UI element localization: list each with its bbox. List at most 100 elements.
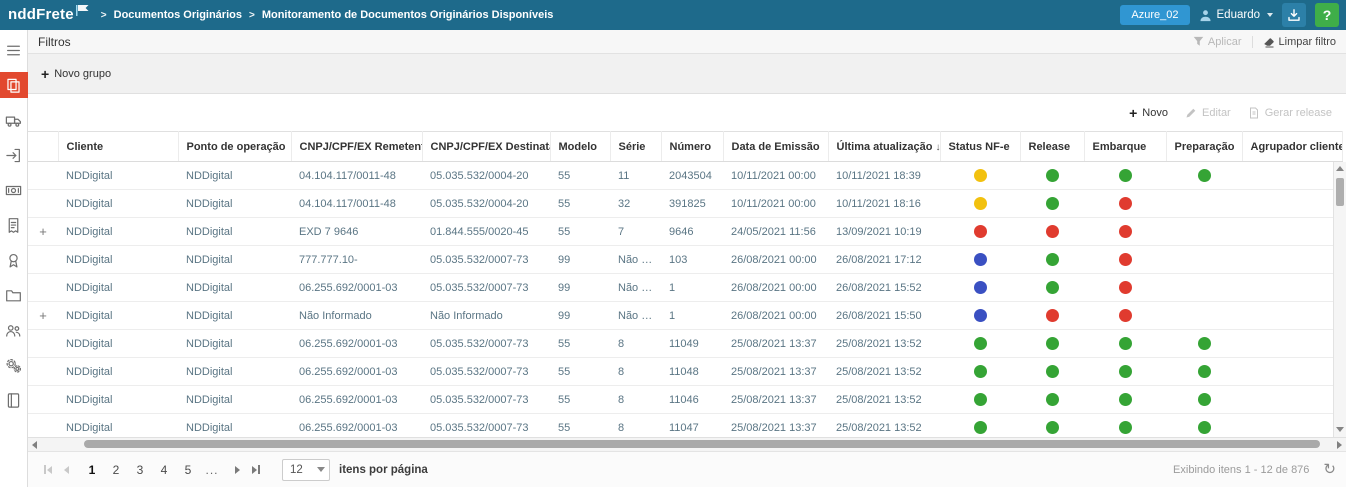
horizontal-scrollbar[interactable] — [28, 437, 1346, 451]
table-row[interactable]: NDDigitalNDDigital06.255.692/0001-0305.0… — [28, 274, 1342, 302]
edit-button[interactable]: Editar — [1185, 107, 1231, 119]
cell-emissao: 24/05/2021 11:56 — [723, 218, 828, 246]
apply-filter-button[interactable]: Aplicar — [1193, 36, 1242, 48]
column-header-status_nfe[interactable]: Status NF-e — [940, 132, 1020, 162]
scroll-down-button[interactable] — [1334, 423, 1346, 436]
cell-atualizacao: 25/08/2021 13:52 — [828, 358, 940, 386]
table-row[interactable]: NDDigitalNDDigital04.104.117/0011-4805.0… — [28, 190, 1342, 218]
sidebar-item-menu[interactable] — [0, 37, 28, 63]
column-header-ponto[interactable]: Ponto de operação — [178, 132, 291, 162]
app-logo[interactable]: nddFrete — [8, 1, 89, 29]
cell-ponto: NDDigital — [178, 302, 291, 330]
scroll-right-button[interactable] — [1337, 438, 1342, 451]
row-expand-cell[interactable]: + — [28, 218, 58, 246]
breadcrumb-item-documentos[interactable]: Documentos Originários — [114, 9, 242, 21]
table-row[interactable]: NDDigitalNDDigital06.255.692/0001-0305.0… — [28, 414, 1342, 438]
table-row[interactable]: +NDDigitalNDDigitalEXD 7 964601.844.555/… — [28, 218, 1342, 246]
pager-first-button[interactable] — [44, 465, 52, 474]
new-button[interactable]: + Novo — [1129, 106, 1168, 120]
pager-page-3[interactable]: 3 — [128, 461, 152, 479]
vertical-scroll-thumb[interactable] — [1336, 178, 1344, 206]
user-menu[interactable]: Eduardo — [1199, 9, 1273, 22]
refresh-button[interactable]: ↻ — [1323, 462, 1336, 477]
sidebar-item-folder[interactable] — [0, 282, 28, 308]
download-button[interactable] — [1282, 3, 1306, 27]
cell-embarque — [1084, 218, 1166, 246]
sidebar-item-export[interactable] — [0, 142, 28, 168]
pager-page-1[interactable]: 1 — [80, 461, 104, 479]
release-document-icon — [1248, 107, 1260, 119]
cell-cliente: NDDigital — [58, 162, 178, 190]
cell-cliente: NDDigital — [58, 274, 178, 302]
user-name: Eduardo — [1217, 9, 1260, 21]
logo-flag-icon — [76, 5, 89, 16]
cell-cliente: NDDigital — [58, 330, 178, 358]
cell-modelo: 55 — [550, 386, 610, 414]
cell-embarque — [1084, 274, 1166, 302]
cell-remetente: 04.104.117/0011-48 — [291, 162, 422, 190]
pager-page-4[interactable]: 4 — [152, 461, 176, 479]
plus-icon: + — [1129, 106, 1137, 120]
cell-agrupador — [1242, 218, 1342, 246]
pager-last-button[interactable] — [252, 465, 260, 474]
sidebar-item-gears[interactable] — [0, 352, 28, 378]
gears-icon — [5, 357, 22, 374]
sidebar-item-badge[interactable] — [0, 247, 28, 273]
breadcrumb-item-monitoramento[interactable]: Monitoramento de Documentos Originários … — [262, 9, 554, 21]
scroll-up-button[interactable] — [1334, 162, 1346, 175]
cell-destinatario: 01.844.555/0020-45 — [422, 218, 550, 246]
cell-embarque — [1084, 190, 1166, 218]
column-header-embarque[interactable]: Embarque — [1084, 132, 1166, 162]
filters-title: Filtros — [38, 35, 71, 49]
column-header-serie[interactable]: Série — [610, 132, 661, 162]
row-expand-cell[interactable]: + — [28, 302, 58, 330]
column-header-preparacao[interactable]: Preparação — [1166, 132, 1242, 162]
pager-page-5[interactable]: 5 — [176, 461, 200, 479]
export-icon — [5, 147, 22, 164]
page-size-select[interactable]: 12 — [282, 459, 330, 481]
column-header-atualizacao[interactable]: Última atualização ↓ — [828, 132, 940, 162]
table-row[interactable]: NDDigitalNDDigital06.255.692/0001-0305.0… — [28, 358, 1342, 386]
scroll-left-button[interactable] — [32, 438, 37, 451]
column-header-release[interactable]: Release — [1020, 132, 1084, 162]
help-button[interactable]: ? — [1315, 3, 1339, 27]
table-row[interactable]: NDDigitalNDDigital777.777.10-05.035.532/… — [28, 246, 1342, 274]
filters-actions: Aplicar Limpar filtro — [1193, 36, 1336, 48]
table-row[interactable]: +NDDigitalNDDigitalNão InformadoNão Info… — [28, 302, 1342, 330]
row-expand-cell — [28, 358, 58, 386]
pager-next-button[interactable] — [235, 466, 240, 474]
sidebar-item-truck[interactable] — [0, 107, 28, 133]
column-header-emissao[interactable]: Data de Emissão — [723, 132, 828, 162]
column-header-destinatario[interactable]: CNPJ/CPF/EX Destinatário — [422, 132, 550, 162]
sidebar-item-money[interactable] — [0, 177, 28, 203]
vertical-scrollbar[interactable] — [1333, 162, 1346, 437]
bar-icon — [258, 465, 260, 474]
bar-icon — [44, 465, 46, 474]
new-group-button[interactable]: + Novo grupo — [41, 67, 111, 81]
pager-prev-button[interactable] — [64, 466, 69, 474]
row-expand-cell — [28, 386, 58, 414]
pager-more-button[interactable]: ... — [200, 461, 224, 479]
table-row[interactable]: NDDigitalNDDigital04.104.117/0011-4805.0… — [28, 162, 1342, 190]
cell-cliente: NDDigital — [58, 414, 178, 438]
cell-emissao: 26/08/2021 00:00 — [723, 274, 828, 302]
row-expand-cell — [28, 414, 58, 438]
cell-cliente: NDDigital — [58, 246, 178, 274]
column-header-numero[interactable]: Número — [661, 132, 723, 162]
table-row[interactable]: NDDigitalNDDigital06.255.692/0001-0305.0… — [28, 386, 1342, 414]
generate-release-button[interactable]: Gerar release — [1248, 107, 1332, 119]
sidebar-item-documents[interactable] — [0, 72, 28, 98]
clear-filter-button[interactable]: Limpar filtro — [1263, 36, 1336, 48]
triangle-right-icon — [235, 466, 240, 474]
sidebar-item-receipt[interactable] — [0, 212, 28, 238]
table-row[interactable]: NDDigitalNDDigital06.255.692/0001-0305.0… — [28, 330, 1342, 358]
pager-page-2[interactable]: 2 — [104, 461, 128, 479]
column-header-remetente[interactable]: CNPJ/CPF/EX Remetente — [291, 132, 422, 162]
column-header-agrupador[interactable]: Agrupador cliente — [1242, 132, 1342, 162]
sidebar-item-book[interactable] — [0, 387, 28, 413]
horizontal-scroll-thumb[interactable] — [84, 440, 1320, 448]
column-header-modelo[interactable]: Modelo — [550, 132, 610, 162]
sidebar-item-users[interactable] — [0, 317, 28, 343]
environment-button[interactable]: Azure_02 — [1120, 5, 1189, 25]
column-header-cliente[interactable]: Cliente — [58, 132, 178, 162]
